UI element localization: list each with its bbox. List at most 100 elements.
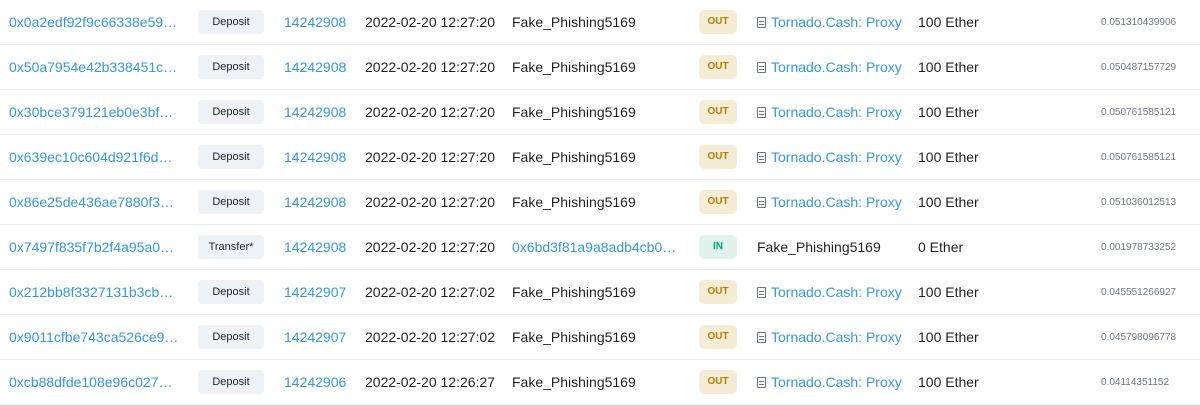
from-cell: Fake_Phishing5169 xyxy=(512,45,690,89)
table-row: 0x30bce379121eb0e3bf… Deposit 14242908 2… xyxy=(0,90,1200,135)
block-link[interactable]: 14242908 xyxy=(284,135,354,179)
to-address[interactable]: Tornado.Cash: Proxy xyxy=(771,374,902,390)
direction-badge: OUT xyxy=(699,370,737,394)
table-row: 0x9011cfbe743ca526ce9… Deposit 14242907 … xyxy=(0,315,1200,360)
block-link[interactable]: 14242908 xyxy=(284,0,354,44)
direction-badge: OUT xyxy=(699,100,737,124)
from-address: Fake_Phishing5169 xyxy=(512,104,636,120)
value-cell: 100 Ether xyxy=(918,194,979,210)
txn-hash-link[interactable]: 0x30bce379121eb0e3bf… xyxy=(9,104,173,120)
to-address[interactable]: Tornado.Cash: Proxy xyxy=(771,284,902,300)
to-cell[interactable]: Tornado.Cash: Proxy xyxy=(757,45,907,89)
from-address: Fake_Phishing5169 xyxy=(512,149,636,165)
value-cell: 100 Ether xyxy=(918,104,979,120)
block-link[interactable]: 14242908 xyxy=(284,90,354,134)
table-row: 0x86e25de436ae7880f3… Deposit 14242908 2… xyxy=(0,180,1200,225)
age-cell: 2022-02-20 12:27:20 xyxy=(365,14,495,30)
to-cell[interactable]: Tornado.Cash: Proxy xyxy=(757,180,907,224)
txn-hash-link[interactable]: 0x50a7954e42b338451c… xyxy=(9,59,177,75)
txn-fee-cell: 0.050761585121 xyxy=(1101,151,1177,163)
direction-cell: OUT xyxy=(699,315,737,359)
txn-hash-cell[interactable]: 0x7497f835f7b2f4a95a0… xyxy=(9,225,181,269)
from-cell: Fake_Phishing5169 xyxy=(512,0,690,44)
txn-hash-link[interactable]: 0x0a2edf92f9c66338e59… xyxy=(9,14,177,30)
method-badge: Deposit xyxy=(198,145,264,169)
txn-hash-link[interactable]: 0x86e25de436ae7880f3… xyxy=(9,194,174,210)
to-cell[interactable]: Tornado.Cash: Proxy xyxy=(757,315,907,359)
direction-badge: OUT xyxy=(699,325,737,349)
to-cell[interactable]: Tornado.Cash: Proxy xyxy=(757,90,907,134)
txn-hash-link[interactable]: 0x9011cfbe743ca526ce9… xyxy=(9,329,178,345)
age-cell: 2022-02-20 12:27:20 xyxy=(365,104,495,120)
block-link[interactable]: 14242908 xyxy=(284,180,354,224)
to-cell[interactable]: Tornado.Cash: Proxy xyxy=(757,360,907,404)
from-address: Fake_Phishing5169 xyxy=(512,374,636,390)
method-cell: Deposit xyxy=(198,315,264,359)
direction-badge: IN xyxy=(699,235,737,259)
to-cell: Fake_Phishing5169 xyxy=(757,225,907,269)
txn-fee-cell: 0.050487157729 xyxy=(1101,61,1177,73)
direction-badge: OUT xyxy=(699,10,737,34)
txn-fee-cell: 0.001978733252 xyxy=(1101,241,1177,253)
contract-document-icon xyxy=(757,106,766,118)
txn-hash-link[interactable]: 0xcb88dfde108e96c027… xyxy=(9,374,172,390)
txn-hash-cell[interactable]: 0x0a2edf92f9c66338e59… xyxy=(9,0,181,44)
table-row: 0xcb88dfde108e96c027… Deposit 14242906 2… xyxy=(0,360,1200,405)
txn-hash-link[interactable]: 0x639ec10c604d921f6d… xyxy=(9,149,172,165)
txn-hash-link[interactable]: 0x212bb8f3327131b3cb… xyxy=(9,284,173,300)
from-address: Fake_Phishing5169 xyxy=(512,14,636,30)
contract-document-icon xyxy=(757,286,766,298)
txn-hash-cell[interactable]: 0x212bb8f3327131b3cb… xyxy=(9,270,181,314)
direction-cell: IN xyxy=(699,225,737,269)
to-address[interactable]: Tornado.Cash: Proxy xyxy=(771,14,902,30)
from-cell[interactable]: 0x6bd3f81a9a8adb4cb0… xyxy=(512,225,690,269)
method-cell: Deposit xyxy=(198,90,264,134)
from-address: Fake_Phishing5169 xyxy=(512,284,636,300)
value-cell: 100 Ether xyxy=(918,149,979,165)
method-badge: Deposit xyxy=(198,280,264,304)
to-cell[interactable]: Tornado.Cash: Proxy xyxy=(757,270,907,314)
from-cell: Fake_Phishing5169 xyxy=(512,90,690,134)
txn-fee-cell: 0.045798096778 xyxy=(1101,331,1177,343)
txn-hash-cell[interactable]: 0x9011cfbe743ca526ce9… xyxy=(9,315,181,359)
value-cell: 100 Ether xyxy=(918,374,979,390)
direction-badge: OUT xyxy=(699,280,737,304)
from-cell: Fake_Phishing5169 xyxy=(512,315,690,359)
direction-cell: OUT xyxy=(699,180,737,224)
direction-badge: OUT xyxy=(699,190,737,214)
to-address: Fake_Phishing5169 xyxy=(757,239,881,255)
to-address[interactable]: Tornado.Cash: Proxy xyxy=(771,149,902,165)
value-cell: 100 Ether xyxy=(918,14,979,30)
to-address[interactable]: Tornado.Cash: Proxy xyxy=(771,329,902,345)
value-cell: 100 Ether xyxy=(918,59,979,75)
block-link[interactable]: 14242907 xyxy=(284,270,354,314)
block-link[interactable]: 14242907 xyxy=(284,315,354,359)
block-link[interactable]: 14242908 xyxy=(284,45,354,89)
txn-hash-cell[interactable]: 0x86e25de436ae7880f3… xyxy=(9,180,181,224)
method-cell: Transfer* xyxy=(198,225,264,269)
to-cell[interactable]: Tornado.Cash: Proxy xyxy=(757,0,907,44)
table-row: 0x7497f835f7b2f4a95a0… Transfer* 1424290… xyxy=(0,225,1200,270)
block-link[interactable]: 14242908 xyxy=(284,225,354,269)
method-cell: Deposit xyxy=(198,180,264,224)
txn-hash-cell[interactable]: 0x50a7954e42b338451c… xyxy=(9,45,181,89)
from-address[interactable]: 0x6bd3f81a9a8adb4cb0… xyxy=(512,239,676,255)
to-address[interactable]: Tornado.Cash: Proxy xyxy=(771,104,902,120)
txn-hash-link[interactable]: 0x7497f835f7b2f4a95a0… xyxy=(9,239,174,255)
method-badge: Transfer* xyxy=(198,235,264,259)
block-link[interactable]: 14242906 xyxy=(284,360,354,404)
value-cell: 100 Ether xyxy=(918,329,979,345)
to-address[interactable]: Tornado.Cash: Proxy xyxy=(771,194,902,210)
txn-hash-cell[interactable]: 0x30bce379121eb0e3bf… xyxy=(9,90,181,134)
to-address[interactable]: Tornado.Cash: Proxy xyxy=(771,59,902,75)
txn-hash-cell[interactable]: 0xcb88dfde108e96c027… xyxy=(9,360,181,404)
value-cell: 100 Ether xyxy=(918,284,979,300)
txn-hash-cell[interactable]: 0x639ec10c604d921f6d… xyxy=(9,135,181,179)
direction-cell: OUT xyxy=(699,45,737,89)
direction-cell: OUT xyxy=(699,0,737,44)
table-row: 0x639ec10c604d921f6d… Deposit 14242908 2… xyxy=(0,135,1200,180)
contract-document-icon xyxy=(757,16,766,28)
direction-cell: OUT xyxy=(699,135,737,179)
to-cell[interactable]: Tornado.Cash: Proxy xyxy=(757,135,907,179)
value-cell: 0 Ether xyxy=(918,239,964,255)
